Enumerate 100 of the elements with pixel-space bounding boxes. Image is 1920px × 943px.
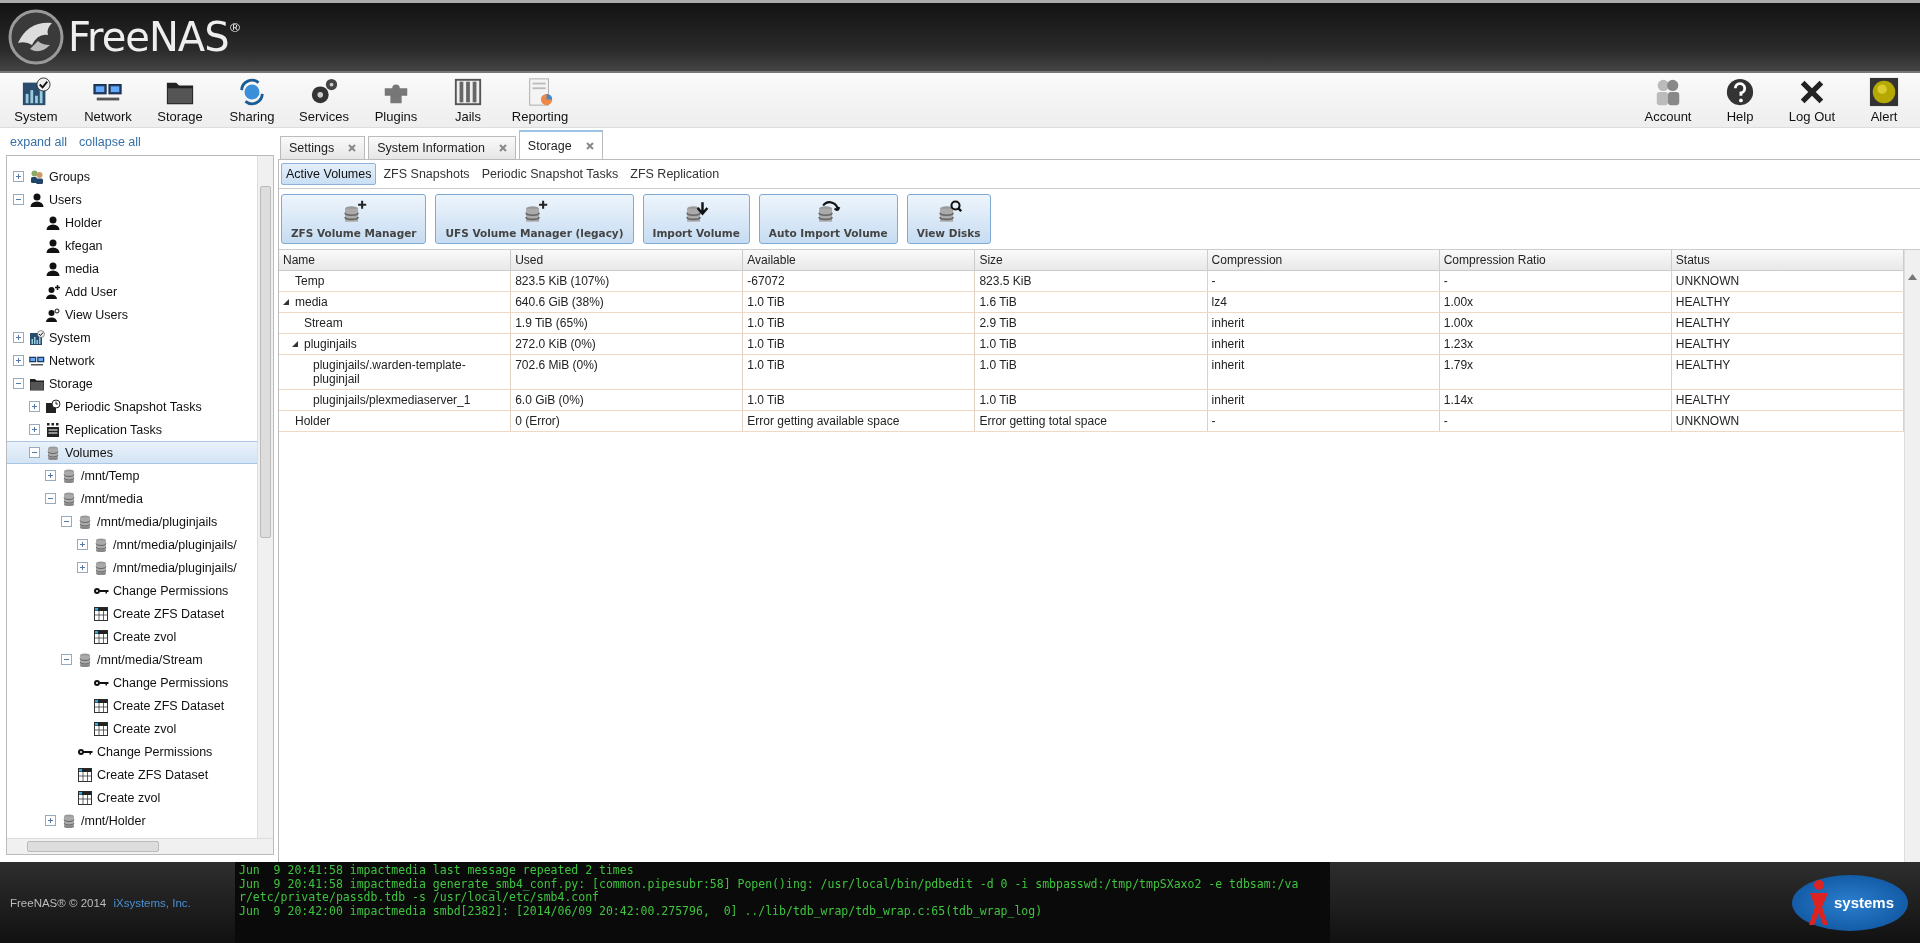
collapse-icon[interactable] xyxy=(45,493,56,504)
tree-item[interactable]: Groups xyxy=(7,165,257,188)
tree-item[interactable]: Create ZFS Dataset xyxy=(7,763,257,786)
toolbar-button[interactable]: Services xyxy=(288,73,360,127)
tree-item[interactable]: /mnt/media xyxy=(7,487,257,510)
expanded-arrow-icon[interactable] xyxy=(292,340,299,348)
tab[interactable]: Settings xyxy=(280,136,366,159)
expanded-arrow-icon[interactable] xyxy=(283,298,290,306)
expand-icon[interactable] xyxy=(45,470,56,481)
toolbar-button[interactable]: Sharing xyxy=(216,73,288,127)
column-header[interactable]: Size xyxy=(975,250,1208,270)
column-header[interactable]: Used xyxy=(511,250,744,270)
tree-item[interactable]: Storage xyxy=(7,372,257,395)
table-cell: 1.0 TiB xyxy=(743,313,976,333)
scrollbar[interactable] xyxy=(257,156,273,838)
collapse-icon[interactable] xyxy=(61,516,72,527)
table-cell: HEALTHY xyxy=(1671,292,1904,312)
alert-light-icon xyxy=(1869,77,1899,107)
tree-item[interactable]: /mnt/media/pluginjails/ xyxy=(7,533,257,556)
toolbar-button[interactable]: Network xyxy=(72,73,144,127)
sub-tab[interactable]: ZFS Snapshots xyxy=(378,163,475,185)
tree-item[interactable]: System xyxy=(7,326,257,349)
toolbar-button[interactable]: Alert xyxy=(1848,73,1920,127)
sub-tab[interactable]: Active Volumes xyxy=(281,163,377,185)
close-icon[interactable] xyxy=(348,144,357,152)
toolbar-button[interactable]: Log Out xyxy=(1776,73,1848,127)
tree-item[interactable]: View Users xyxy=(7,303,257,326)
tree-item[interactable]: Periodic Snapshot Tasks xyxy=(7,395,257,418)
action-button[interactable]: Auto Import Volume xyxy=(758,194,898,244)
table-cell: 1.0 TiB xyxy=(743,390,976,410)
tab[interactable]: Storage xyxy=(518,130,603,159)
table-cell: HEALTHY xyxy=(1671,334,1904,354)
action-button[interactable]: Import Volume xyxy=(642,194,750,244)
tree-link[interactable]: collapse all xyxy=(79,134,141,149)
tree-item[interactable]: Change Permissions xyxy=(7,671,257,694)
toolbar-button[interactable]: Account xyxy=(1632,73,1704,127)
tree-item[interactable]: Replication Tasks xyxy=(7,418,257,441)
toolbar-button[interactable]: Storage xyxy=(144,73,216,127)
toolbar-button[interactable]: Help xyxy=(1704,73,1776,127)
tree-item[interactable]: /mnt/media/Stream xyxy=(7,648,257,671)
tree-item[interactable]: Change Permissions xyxy=(7,579,257,602)
column-header[interactable]: Available xyxy=(743,250,976,270)
toolbar-button[interactable]: Jails xyxy=(432,73,504,127)
database-icon xyxy=(61,467,77,484)
toolbar-button[interactable]: Plugins xyxy=(360,73,432,127)
tree-item[interactable]: Create zvol xyxy=(7,786,257,809)
database-icon xyxy=(77,651,93,668)
collapse-icon[interactable] xyxy=(61,654,72,665)
tree-item[interactable]: /mnt/media/pluginjails xyxy=(7,510,257,533)
expand-icon[interactable] xyxy=(45,815,56,826)
tree-item[interactable]: Network xyxy=(7,349,257,372)
table-cell: - xyxy=(1439,411,1672,431)
tab[interactable]: System Information xyxy=(368,136,516,159)
expand-icon[interactable] xyxy=(13,332,24,343)
tree-item[interactable]: kfegan xyxy=(7,234,257,257)
close-icon[interactable] xyxy=(498,144,507,152)
column-header[interactable]: Status xyxy=(1671,250,1904,270)
tree-item[interactable]: Create zvol xyxy=(7,717,257,740)
scroll-up-icon[interactable] xyxy=(1908,274,1917,280)
column-header[interactable]: Compression Ratio xyxy=(1439,250,1672,270)
column-header[interactable]: Name xyxy=(279,250,512,270)
column-header[interactable]: Compression xyxy=(1207,250,1440,270)
tree-item[interactable]: Holder xyxy=(7,211,257,234)
action-button[interactable]: View Disks xyxy=(906,194,991,244)
clock-icon xyxy=(45,398,61,415)
tree-item[interactable]: Change Permissions xyxy=(7,740,257,763)
collapse-icon[interactable] xyxy=(13,378,24,389)
table-cell: 6.0 GiB (0%) xyxy=(511,390,744,410)
tree-item[interactable]: Create ZFS Dataset xyxy=(7,602,257,625)
bar-chart-icon xyxy=(21,77,51,107)
tree-item[interactable]: Create zvol xyxy=(7,625,257,648)
tree-item[interactable]: media xyxy=(7,257,257,280)
tree-item[interactable]: /mnt/Holder xyxy=(7,809,257,832)
collapse-icon[interactable] xyxy=(13,194,24,205)
toolbar-button[interactable]: System xyxy=(0,73,72,127)
expand-icon[interactable] xyxy=(29,401,40,412)
sub-tab[interactable]: Periodic Snapshot Tasks xyxy=(476,163,624,185)
help-icon xyxy=(1725,77,1755,107)
action-button[interactable]: UFS Volume Manager (legacy) xyxy=(435,194,634,244)
expand-icon[interactable] xyxy=(13,355,24,366)
close-icon[interactable] xyxy=(585,141,594,150)
table-cell: 1.14x xyxy=(1439,390,1672,410)
scrollbar[interactable] xyxy=(1904,250,1920,862)
expand-icon[interactable] xyxy=(77,539,88,550)
expand-icon[interactable] xyxy=(29,424,40,435)
tree-item[interactable]: Add User xyxy=(7,280,257,303)
tree-item[interactable]: /mnt/media/pluginjails/ xyxy=(7,556,257,579)
company-link[interactable]: iXsystems, Inc. xyxy=(113,896,191,909)
collapse-icon[interactable] xyxy=(29,447,40,458)
toolbar-button[interactable]: Reporting xyxy=(504,73,576,127)
tree-item[interactable]: Volumes xyxy=(7,441,257,464)
tree-link[interactable]: expand all xyxy=(10,134,67,149)
tree-item[interactable]: Users xyxy=(7,188,257,211)
tree-item[interactable]: /mnt/Temp xyxy=(7,464,257,487)
action-button[interactable]: ZFS Volume Manager xyxy=(281,194,427,244)
tree-item[interactable]: Create ZFS Dataset xyxy=(7,694,257,717)
expand-icon[interactable] xyxy=(13,171,24,182)
expand-icon[interactable] xyxy=(77,562,88,573)
sub-tab[interactable]: ZFS Replication xyxy=(625,163,725,185)
scrollbar[interactable] xyxy=(7,838,273,854)
